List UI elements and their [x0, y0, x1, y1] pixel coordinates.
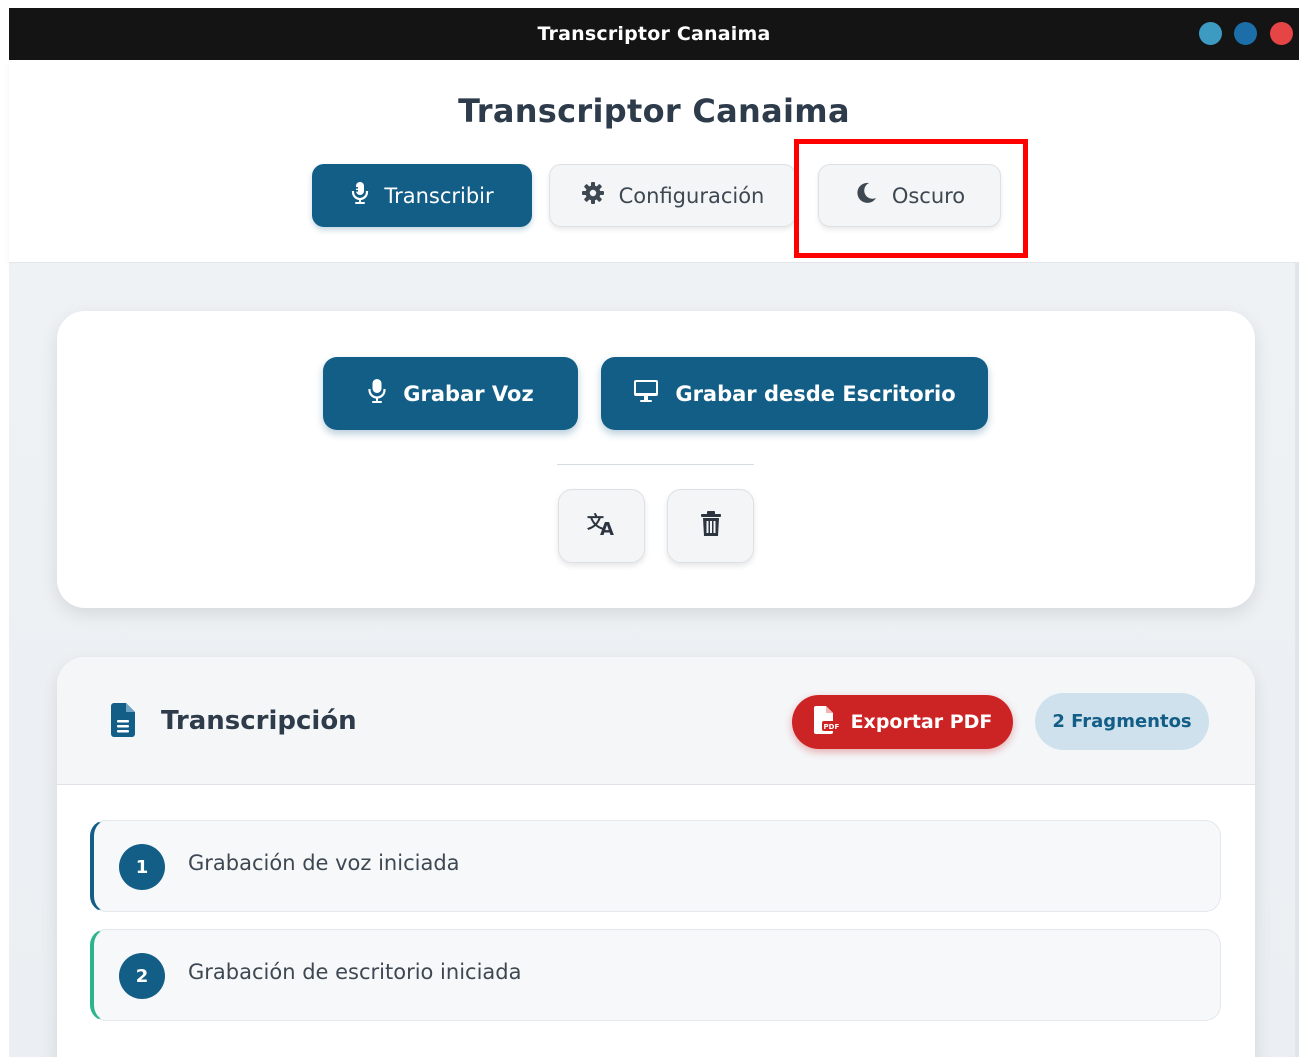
transcription-header: Transcripción PDF Exportar PDF 2 Fragmen… [57, 657, 1255, 785]
list-item: 2 Grabación de escritorio iniciada [90, 929, 1221, 1021]
gear-icon [581, 181, 605, 210]
fragment-count-badge: 2 Fragmentos [1035, 693, 1209, 750]
clear-button[interactable] [667, 489, 754, 563]
pdf-file-icon: PDF [813, 705, 839, 739]
fragment-text: Grabación de voz iniciada [188, 851, 460, 875]
translate-icon: 文 A [587, 511, 617, 541]
export-pdf-button[interactable]: PDF Exportar PDF [792, 695, 1013, 749]
minimize-window-button[interactable] [1199, 22, 1222, 45]
fragment-number: 1 [119, 844, 165, 890]
monitor-icon [633, 379, 659, 408]
list-item: 1 Grabación de voz iniciada [90, 820, 1221, 912]
record-desktop-button[interactable]: Grabar desde Escritorio [601, 357, 988, 430]
microphone-icon [350, 181, 370, 210]
window-titlebar: Transcriptor Canaima [9, 8, 1299, 60]
recording-card: Grabar Voz Grabar desde Escritorio 文 A [57, 311, 1255, 608]
document-icon [109, 703, 137, 741]
divider [557, 464, 754, 465]
record-voice-button[interactable]: Grabar Voz [323, 357, 578, 430]
transcription-title: Transcripción [161, 706, 357, 736]
window-title: Transcriptor Canaima [537, 23, 771, 45]
svg-text:PDF: PDF [823, 723, 839, 731]
trash-icon [700, 511, 722, 541]
microphone-icon [367, 378, 387, 409]
app-header: Transcriptor Canaima Transcribir Configu… [9, 60, 1299, 263]
svg-text:A: A [600, 519, 614, 537]
main-content: Grabar Voz Grabar desde Escritorio 文 A T… [9, 263, 1299, 1057]
transcription-card: Transcripción PDF Exportar PDF 2 Fragmen… [57, 657, 1255, 1057]
transcribe-nav-label: Transcribir [384, 183, 494, 208]
record-desktop-label: Grabar desde Escritorio [675, 381, 956, 406]
settings-nav-label: Configuración [618, 183, 765, 208]
close-window-button[interactable] [1270, 22, 1293, 45]
translate-button[interactable]: 文 A [558, 489, 645, 563]
transcribe-nav-button[interactable]: Transcribir [312, 164, 532, 227]
app-title: Transcriptor Canaima [458, 92, 850, 130]
fragment-text: Grabación de escritorio iniciada [188, 960, 522, 984]
record-voice-label: Grabar Voz [403, 381, 534, 406]
settings-nav-button[interactable]: Configuración [549, 164, 796, 227]
maximize-window-button[interactable] [1234, 22, 1257, 45]
fragment-number: 2 [119, 953, 165, 999]
scrollbar[interactable] [1295, 263, 1299, 1057]
highlight-annotation-box [794, 139, 1028, 258]
export-pdf-label: Exportar PDF [850, 711, 993, 733]
